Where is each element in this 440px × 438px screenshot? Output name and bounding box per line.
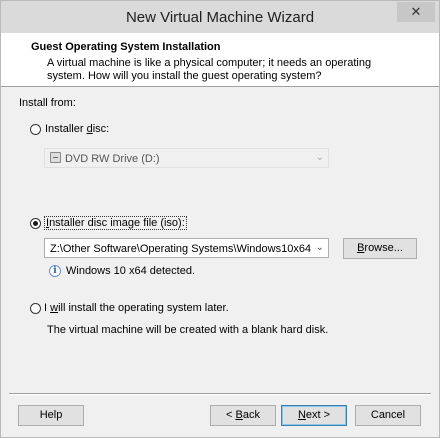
install-from-label: Install from: — [19, 97, 76, 109]
wizard-header: Guest Operating System Installation A vi… — [1, 33, 439, 87]
page-title: Guest Operating System Installation — [31, 41, 221, 53]
chevron-down-icon: ⌄ — [315, 152, 324, 163]
dvd-drive-icon — [50, 152, 61, 163]
wizard-content: Install from: Installer disc: DVD RW Dri… — [1, 87, 439, 391]
iso-label[interactable]: Installer disc image file (iso): — [44, 216, 187, 230]
install-later-radio[interactable] — [30, 303, 41, 314]
install-later-description: The virtual machine will be created with… — [47, 324, 329, 336]
iso-path-value: Z:\Other Software\Operating Systems\Wind… — [50, 243, 312, 255]
page-description: A virtual machine is like a physical com… — [47, 57, 372, 82]
dvd-drive-select[interactable]: DVD RW Drive (D:) ⌄ — [44, 148, 329, 168]
window-title: New Virtual Machine Wizard — [125, 9, 315, 26]
info-icon: i — [49, 265, 61, 277]
iso-path-combo[interactable]: Z:\Other Software\Operating Systems\Wind… — [44, 238, 329, 258]
iso-radio[interactable] — [30, 218, 41, 229]
close-icon: ✕ — [410, 4, 422, 19]
close-button[interactable]: ✕ — [397, 2, 435, 22]
back-button[interactable]: < Back — [210, 405, 276, 426]
chevron-down-icon: ⌄ — [315, 242, 324, 253]
install-later-label[interactable]: I will install the operating system late… — [44, 302, 229, 314]
help-button[interactable]: Help — [18, 405, 84, 426]
title-bar: New Virtual Machine Wizard ✕ — [1, 1, 439, 33]
wizard-window: New Virtual Machine Wizard ✕ Guest Opera… — [0, 0, 440, 438]
next-button[interactable]: Next > — [281, 405, 347, 426]
browse-button[interactable]: Browse... — [343, 238, 417, 259]
footer-separator — [9, 393, 431, 395]
dvd-drive-value: DVD RW Drive (D:) — [65, 153, 160, 165]
detected-os-text: Windows 10 x64 detected. — [66, 265, 196, 277]
installer-disc-radio[interactable] — [30, 124, 41, 135]
cancel-button[interactable]: Cancel — [355, 405, 421, 426]
installer-disc-label[interactable]: Installer disc: — [45, 123, 109, 135]
